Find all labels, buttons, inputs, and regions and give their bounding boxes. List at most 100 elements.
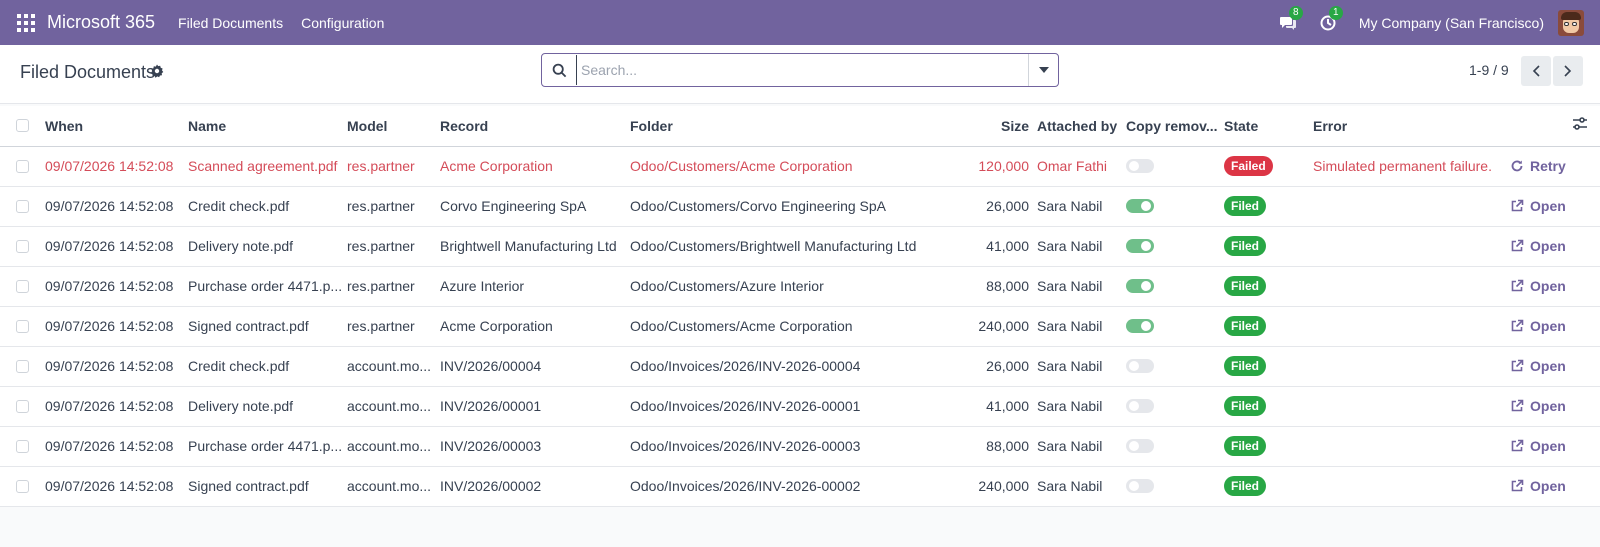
- cell-model[interactable]: account.mo...: [347, 466, 440, 507]
- pager-value[interactable]: 1-9 / 9: [1469, 62, 1509, 78]
- cell-error[interactable]: [1313, 346, 1510, 387]
- activity-clock-icon[interactable]: 1: [1319, 5, 1343, 32]
- cell-name[interactable]: Credit check.pdf: [188, 346, 347, 387]
- cell-error[interactable]: [1313, 306, 1510, 347]
- cell-name[interactable]: Signed contract.pdf: [188, 306, 347, 347]
- copy-removed-toggle[interactable]: [1126, 279, 1154, 293]
- cell-size[interactable]: 240,000: [950, 306, 1037, 347]
- cell-record[interactable]: INV/2026/00002: [440, 466, 630, 507]
- menu-configuration[interactable]: Configuration: [292, 0, 393, 45]
- cell-model[interactable]: res.partner: [347, 146, 440, 187]
- table-row[interactable]: 09/07/2026 14:52:08 Purchase order 4471.p…: [0, 266, 1600, 307]
- cell-record[interactable]: Corvo Engineering SpA: [440, 186, 630, 227]
- row-checkbox[interactable]: [16, 359, 29, 373]
- table-row[interactable]: 09/07/2026 14:52:08 Delivery note.pdf res.…: [0, 226, 1600, 267]
- cell-record[interactable]: Azure Interior: [440, 266, 630, 307]
- messages-icon[interactable]: 8: [1279, 5, 1303, 32]
- cell-when[interactable]: 09/07/2026 14:52:08: [45, 146, 188, 187]
- copy-removed-toggle[interactable]: [1126, 159, 1154, 173]
- column-attached-by[interactable]: Attached by: [1037, 106, 1126, 147]
- cell-when[interactable]: 09/07/2026 14:52:08: [45, 426, 188, 467]
- cell-model[interactable]: account.mo...: [347, 346, 440, 387]
- cell-when[interactable]: 09/07/2026 14:52:08: [45, 186, 188, 227]
- cell-folder[interactable]: Odoo/Customers/Acme Corporation: [630, 306, 950, 347]
- cell-attached-by[interactable]: Sara Nabil: [1037, 306, 1126, 347]
- cell-when[interactable]: 09/07/2026 14:52:08: [45, 466, 188, 507]
- cell-error[interactable]: [1313, 386, 1510, 427]
- copy-removed-toggle[interactable]: [1126, 239, 1154, 253]
- page-title[interactable]: Filed Documents: [20, 62, 155, 83]
- row-checkbox[interactable]: [16, 279, 29, 293]
- column-error[interactable]: Error: [1313, 106, 1510, 147]
- cell-folder[interactable]: Odoo/Customers/Corvo Engineering SpA: [630, 186, 950, 227]
- cell-error[interactable]: [1313, 186, 1510, 227]
- cell-when[interactable]: 09/07/2026 14:52:08: [45, 226, 188, 267]
- brand-name[interactable]: Microsoft 365: [47, 12, 155, 33]
- cell-error[interactable]: Simulated permanent failure.: [1313, 146, 1510, 187]
- cell-attached-by[interactable]: Sara Nabil: [1037, 346, 1126, 387]
- table-row[interactable]: 09/07/2026 14:52:08 Credit check.pdf accou…: [0, 346, 1600, 387]
- cell-model[interactable]: account.mo...: [347, 386, 440, 427]
- apps-grid-icon[interactable]: [17, 13, 35, 32]
- row-checkbox[interactable]: [16, 399, 29, 413]
- cell-model[interactable]: res.partner: [347, 186, 440, 227]
- cell-model[interactable]: res.partner: [347, 226, 440, 267]
- table-row[interactable]: 09/07/2026 14:52:08 Purchase order 4471.p…: [0, 426, 1600, 467]
- row-checkbox[interactable]: [16, 159, 29, 173]
- open-button[interactable]: Open: [1510, 318, 1600, 334]
- column-name[interactable]: Name: [188, 106, 347, 147]
- cell-attached-by[interactable]: Sara Nabil: [1037, 266, 1126, 307]
- cell-model[interactable]: res.partner: [347, 306, 440, 347]
- pager-next-button[interactable]: [1553, 56, 1583, 86]
- cell-when[interactable]: 09/07/2026 14:52:08: [45, 386, 188, 427]
- cell-name[interactable]: Delivery note.pdf: [188, 226, 347, 267]
- search-options-toggle[interactable]: [1028, 54, 1058, 86]
- row-checkbox[interactable]: [16, 199, 29, 213]
- cell-when[interactable]: 09/07/2026 14:52:08: [45, 346, 188, 387]
- cell-name[interactable]: Delivery note.pdf: [188, 386, 347, 427]
- cell-size[interactable]: 88,000: [950, 266, 1037, 307]
- open-button[interactable]: Open: [1510, 278, 1600, 294]
- cell-size[interactable]: 88,000: [950, 426, 1037, 467]
- cell-size[interactable]: 26,000: [950, 186, 1037, 227]
- open-button[interactable]: Open: [1510, 438, 1600, 454]
- cell-folder[interactable]: Odoo/Invoices/2026/INV-2026-00003: [630, 426, 950, 467]
- cell-folder[interactable]: Odoo/Invoices/2026/INV-2026-00001: [630, 386, 950, 427]
- cell-name[interactable]: Scanned agreement.pdf: [188, 146, 347, 187]
- table-row[interactable]: 09/07/2026 14:52:08 Delivery note.pdf acco…: [0, 386, 1600, 427]
- column-state[interactable]: State: [1224, 106, 1313, 147]
- cell-error[interactable]: [1313, 226, 1510, 267]
- open-button[interactable]: Open: [1510, 478, 1600, 494]
- optional-columns-sliders-icon[interactable]: [1572, 117, 1588, 131]
- cell-name[interactable]: Credit check.pdf: [188, 186, 347, 227]
- cell-when[interactable]: 09/07/2026 14:52:08: [45, 306, 188, 347]
- cell-record[interactable]: INV/2026/00004: [440, 346, 630, 387]
- cell-error[interactable]: [1313, 266, 1510, 307]
- cell-attached-by[interactable]: Sara Nabil: [1037, 186, 1126, 227]
- cell-folder[interactable]: Odoo/Invoices/2026/INV-2026-00002: [630, 466, 950, 507]
- cell-attached-by[interactable]: Sara Nabil: [1037, 226, 1126, 267]
- copy-removed-toggle[interactable]: [1126, 359, 1154, 373]
- search-input[interactable]: [576, 55, 1028, 85]
- cell-name[interactable]: Signed contract.pdf: [188, 466, 347, 507]
- open-button[interactable]: Open: [1510, 398, 1600, 414]
- open-button[interactable]: Open: [1510, 238, 1600, 254]
- cell-name[interactable]: Purchase order 4471.p...: [188, 426, 347, 467]
- copy-removed-toggle[interactable]: [1126, 319, 1154, 333]
- table-row[interactable]: 09/07/2026 14:52:08 Signed contract.pdf ac…: [0, 466, 1600, 507]
- cell-when[interactable]: 09/07/2026 14:52:08: [45, 266, 188, 307]
- column-folder[interactable]: Folder: [630, 106, 950, 147]
- column-copy-removed[interactable]: Copy remov...: [1126, 106, 1224, 147]
- cell-size[interactable]: 26,000: [950, 346, 1037, 387]
- cell-size[interactable]: 41,000: [950, 386, 1037, 427]
- row-checkbox[interactable]: [16, 439, 29, 453]
- cell-attached-by[interactable]: Sara Nabil: [1037, 466, 1126, 507]
- copy-removed-toggle[interactable]: [1126, 479, 1154, 493]
- table-row[interactable]: 09/07/2026 14:52:08 Credit check.pdf res.p…: [0, 186, 1600, 227]
- copy-removed-toggle[interactable]: [1126, 439, 1154, 453]
- menu-filed-documents[interactable]: Filed Documents: [169, 0, 292, 45]
- cell-size[interactable]: 240,000: [950, 466, 1037, 507]
- cell-folder[interactable]: Odoo/Customers/Azure Interior: [630, 266, 950, 307]
- cell-size[interactable]: 41,000: [950, 226, 1037, 267]
- column-model[interactable]: Model: [347, 106, 440, 147]
